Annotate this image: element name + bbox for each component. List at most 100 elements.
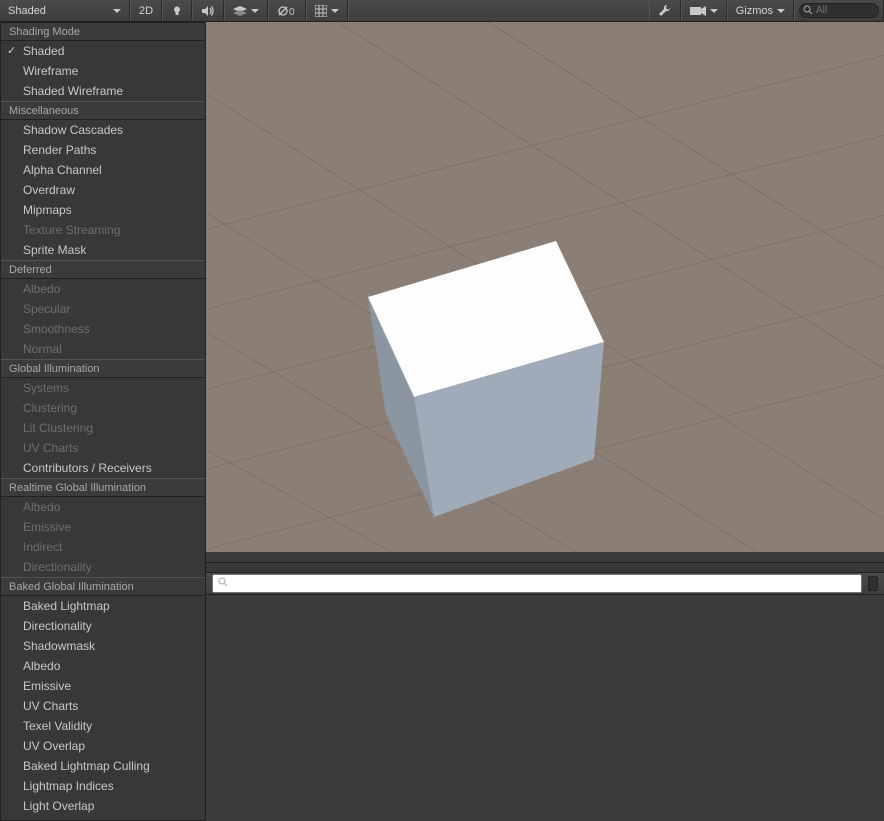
- menu-item[interactable]: Shadow Cascades: [1, 120, 205, 140]
- menu-item-label: Shaded: [23, 44, 64, 58]
- audio-toggle[interactable]: [192, 0, 224, 21]
- menu-item[interactable]: UV Overlap: [1, 736, 205, 756]
- menu-item-label: Systems: [23, 381, 69, 395]
- cube-object[interactable]: [336, 207, 636, 537]
- menu-item: Albedo: [1, 497, 205, 517]
- layers-icon: [233, 6, 247, 16]
- menu-section-header: Global Illumination: [1, 359, 205, 378]
- menu-item-label: Albedo: [23, 659, 60, 673]
- menu-item-label: Indirect: [23, 540, 62, 554]
- wrench-icon: [658, 4, 672, 18]
- menu-item[interactable]: UV Charts: [1, 696, 205, 716]
- bottom-toolbar: [206, 573, 884, 595]
- menu-item: Directionality: [1, 557, 205, 577]
- menu-item[interactable]: Texel Validity: [1, 716, 205, 736]
- menu-item-label: Shaded Wireframe: [23, 84, 123, 98]
- menu-item-label: Wireframe: [23, 64, 78, 78]
- lighting-toggle[interactable]: [162, 0, 192, 21]
- menu-item[interactable]: Baked Lightmap Culling: [1, 756, 205, 776]
- chevron-down-icon: [331, 9, 339, 13]
- menu-item-label: Light Overlap: [23, 799, 94, 813]
- menu-item[interactable]: Shadowmask: [1, 636, 205, 656]
- menu-item[interactable]: Shaded Wireframe: [1, 81, 205, 101]
- chevron-down-icon: [710, 9, 718, 13]
- draw-mode-label: Shaded: [8, 5, 46, 17]
- menu-item-label: Shadow Cascades: [23, 123, 123, 137]
- menu-item-label: Lightmap Indices: [23, 779, 114, 793]
- menu-item-label: Baked Lightmap Culling: [23, 759, 150, 773]
- menu-section-header: Realtime Global Illumination: [1, 478, 205, 497]
- draw-mode-dropdown[interactable]: Shaded: [0, 0, 130, 21]
- menu-item[interactable]: Directionality: [1, 616, 205, 636]
- menu-item: Clustering: [1, 398, 205, 418]
- draw-mode-menu: Shading Mode✓ShadedWireframeShaded Wiref…: [0, 22, 206, 821]
- scene-search-wrap: [794, 0, 884, 21]
- check-icon: ✓: [7, 43, 16, 59]
- menu-item-label: UV Overlap: [23, 739, 85, 753]
- menu-item[interactable]: Render Paths: [1, 140, 205, 160]
- menu-item[interactable]: ✓ Shaded: [1, 41, 205, 61]
- menu-item: Normal: [1, 339, 205, 359]
- view-2d-toggle[interactable]: 2D: [130, 0, 162, 21]
- menu-item: Lit Clustering: [1, 418, 205, 438]
- menu-item-label: Albedo: [23, 500, 60, 514]
- chevron-down-icon: [113, 9, 121, 13]
- toolbar-spacer: [348, 0, 649, 21]
- camera-dropdown[interactable]: [681, 0, 727, 21]
- menu-item-label: Texture Streaming: [23, 223, 120, 237]
- gizmos-dropdown[interactable]: Gizmos: [727, 0, 794, 21]
- menu-item[interactable]: Mipmaps: [1, 200, 205, 220]
- bottom-search-input[interactable]: [212, 574, 862, 593]
- menu-section-header: Miscellaneous: [1, 101, 205, 120]
- menu-item-label: Emissive: [23, 679, 71, 693]
- effects-icon: 0: [277, 5, 297, 17]
- menu-item: Systems: [1, 378, 205, 398]
- menu-item-label: UV Charts: [23, 441, 78, 455]
- search-icon: [218, 577, 228, 587]
- camera-icon: [690, 5, 706, 17]
- chevron-down-icon: [251, 9, 259, 13]
- menu-item[interactable]: Emissive: [1, 676, 205, 696]
- menu-item-label: Emissive: [23, 520, 71, 534]
- menu-item[interactable]: Wireframe: [1, 61, 205, 81]
- menu-item-label: Directionality: [23, 619, 92, 633]
- menu-item: Albedo: [1, 279, 205, 299]
- menu-item-label: Texel Validity: [23, 719, 92, 733]
- menu-item[interactable]: Lightmap Indices: [1, 776, 205, 796]
- scene-viewport[interactable]: [206, 22, 884, 552]
- scene-toolbar: Shaded 2D 0 Gizmos: [0, 0, 884, 22]
- grid-icon: [315, 5, 327, 17]
- chevron-down-icon: [777, 9, 785, 13]
- svg-text:0: 0: [289, 7, 295, 17]
- effects-toggle[interactable]: 0: [268, 0, 306, 21]
- menu-item[interactable]: Albedo: [1, 656, 205, 676]
- menu-item: Smoothness: [1, 319, 205, 339]
- lightbulb-icon: [171, 5, 183, 17]
- tools-button[interactable]: [649, 0, 681, 21]
- menu-item[interactable]: Baked Lightmap: [1, 596, 205, 616]
- menu-item-label: Contributors / Receivers: [23, 461, 152, 475]
- menu-item-label: Directionality: [23, 560, 92, 574]
- menu-item[interactable]: Contributors / Receivers: [1, 458, 205, 478]
- search-icon: [803, 5, 813, 15]
- menu-item[interactable]: Alpha Channel: [1, 160, 205, 180]
- gizmo-settings-dropdown[interactable]: [306, 0, 348, 21]
- audio-icon: [201, 5, 215, 17]
- menu-item[interactable]: Overdraw: [1, 180, 205, 200]
- menu-item: Texture Streaming: [1, 220, 205, 240]
- bottom-toolbar-button[interactable]: [868, 576, 878, 591]
- menu-item-label: Baked Lightmap: [23, 599, 110, 613]
- menu-item-label: UV Charts: [23, 699, 78, 713]
- menu-item: Emissive: [1, 517, 205, 537]
- fx-dropdown[interactable]: [224, 0, 268, 21]
- bottom-panel: [206, 562, 884, 760]
- panel-tab-strip: [206, 563, 884, 573]
- menu-item-label: Specular: [23, 302, 70, 316]
- menu-item-label: Alpha Channel: [23, 163, 102, 177]
- menu-item-label: Render Paths: [23, 143, 96, 157]
- menu-item-label: Normal: [23, 342, 62, 356]
- menu-item: UV Charts: [1, 438, 205, 458]
- menu-item[interactable]: Light Overlap: [1, 796, 205, 816]
- menu-item-label: Lit Clustering: [23, 421, 93, 435]
- menu-item[interactable]: Sprite Mask: [1, 240, 205, 260]
